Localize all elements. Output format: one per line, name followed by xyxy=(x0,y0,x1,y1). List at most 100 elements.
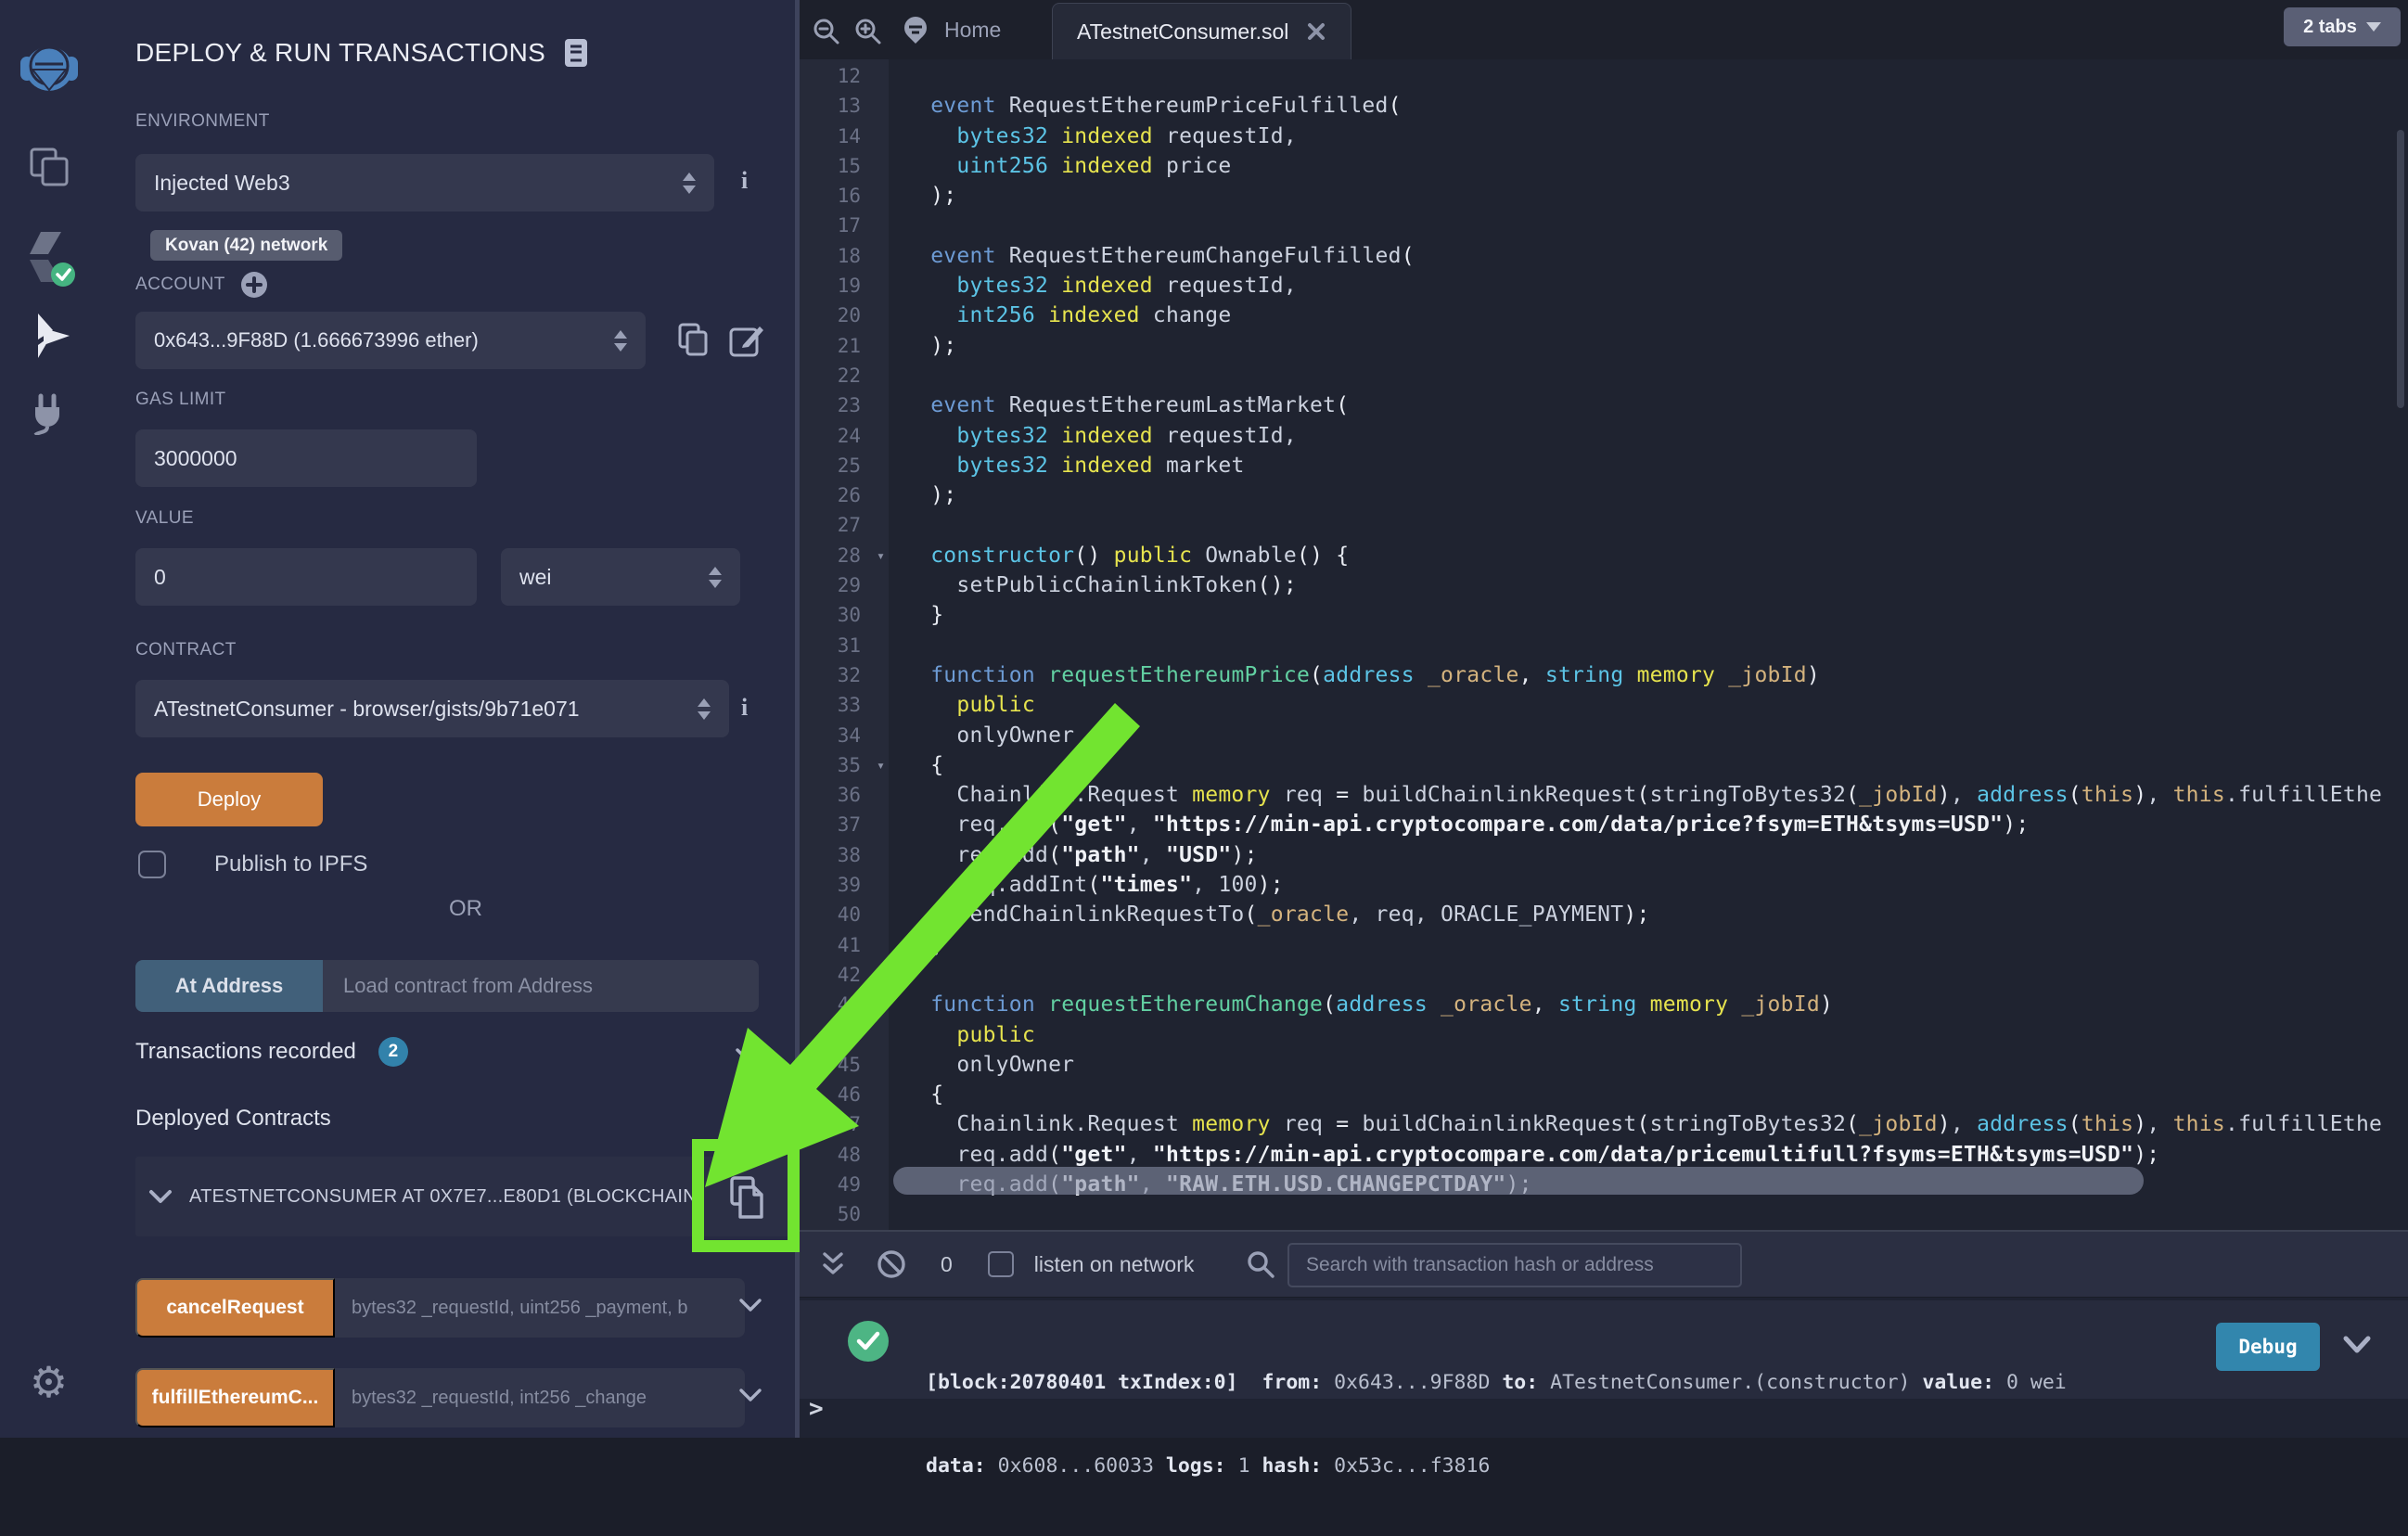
cancel-request-expand-icon[interactable] xyxy=(737,1297,763,1315)
contract-select[interactable]: ATestnetConsumer - browser/gists/9b71e07… xyxy=(135,680,729,737)
code-line[interactable]: onlyOwner xyxy=(904,721,2408,750)
collapse-terminal-icon[interactable] xyxy=(820,1249,846,1279)
code-line[interactable]: function requestEthereumChange(address _… xyxy=(904,990,2408,1019)
code-line[interactable]: constructor() public Ownable() { xyxy=(904,541,2408,570)
cancel-request-button[interactable]: cancelRequest xyxy=(135,1278,335,1338)
environment-info-icon[interactable]: i xyxy=(741,167,748,195)
account-select[interactable]: 0x643...9F88D (1.666673996 ether) xyxy=(135,312,646,369)
code-line[interactable] xyxy=(904,61,2408,91)
code-line[interactable]: bytes32 indexed market xyxy=(904,451,2408,480)
account-label-row: ACCOUNT xyxy=(135,271,268,299)
code-lines[interactable]: event RequestEthereumPriceFulfilled( byt… xyxy=(889,59,2408,1230)
code-line[interactable]: public xyxy=(904,1020,2408,1050)
at-address-input[interactable]: Load contract from Address xyxy=(323,960,759,1012)
code-line[interactable]: public xyxy=(904,690,2408,720)
at-address-button[interactable]: At Address xyxy=(135,960,323,1012)
line-number: 49 xyxy=(800,1170,889,1199)
code-line[interactable] xyxy=(904,1199,2408,1229)
code-line[interactable]: req.add("get", "https://min-api.cryptoco… xyxy=(904,1140,2408,1170)
code-line[interactable]: bytes32 indexed requestId, xyxy=(904,421,2408,451)
code-editor[interactable]: 1213141516171819202122232425262728▾29303… xyxy=(800,59,2408,1230)
settings-gear-icon[interactable]: ⚙ xyxy=(0,1360,97,1404)
transaction-log-row[interactable]: [block:20780401 txIndex:0] from: 0x643..… xyxy=(800,1300,2408,1399)
add-account-icon[interactable] xyxy=(240,271,268,299)
code-line[interactable] xyxy=(904,211,2408,240)
clear-console-icon[interactable] xyxy=(876,1248,907,1280)
code-line[interactable]: ); xyxy=(904,480,2408,510)
code-line[interactable]: event RequestEthereumChangeFulfilled( xyxy=(904,241,2408,271)
code-line[interactable]: } xyxy=(904,600,2408,630)
horizontal-scrollbar[interactable] xyxy=(893,1167,2144,1195)
code-line[interactable]: req.addInt("times", 100); xyxy=(904,870,2408,900)
code-line[interactable]: setPublicChainlinkToken(); xyxy=(904,570,2408,600)
code-line[interactable]: sendChainlinkRequestTo(_oracle, req, ORA… xyxy=(904,900,2408,929)
fulfill-ethereum-change-button[interactable]: fulfillEthereumC... xyxy=(135,1368,335,1427)
listen-on-network-checkbox[interactable] xyxy=(988,1251,1014,1277)
deploy-run-icon[interactable] xyxy=(0,312,97,360)
publish-ipfs-checkbox[interactable] xyxy=(138,851,166,878)
code-line[interactable]: int256 indexed change xyxy=(904,301,2408,330)
code-line[interactable]: ); xyxy=(904,181,2408,211)
code-line[interactable]: Chainlink.Request memory req = buildChai… xyxy=(904,780,2408,810)
terminal-search-input[interactable]: Search with transaction hash or address xyxy=(1287,1243,1742,1287)
log-expand-chevron-icon[interactable] xyxy=(2341,1334,2373,1356)
code-line[interactable] xyxy=(904,960,2408,990)
tab-home[interactable]: Home xyxy=(900,0,1001,59)
publish-ipfs-label: Publish to IPFS xyxy=(214,851,367,877)
transactions-chevron-down-icon[interactable] xyxy=(734,1046,760,1065)
documentation-icon[interactable] xyxy=(562,37,590,69)
vertical-scrollbar[interactable] xyxy=(2397,130,2404,408)
tabs-dropdown[interactable]: 2 tabs xyxy=(2284,7,2401,46)
environment-select[interactable]: Injected Web3 xyxy=(135,154,714,211)
value-input[interactable]: 0 xyxy=(135,548,477,606)
code-line[interactable]: { xyxy=(904,1080,2408,1109)
code-line[interactable]: event RequestEthereumLastMarket( xyxy=(904,390,2408,420)
code-line[interactable]: function requestEthereumPrice(address _o… xyxy=(904,660,2408,690)
gas-limit-input[interactable]: 3000000 xyxy=(135,429,477,487)
code-line[interactable]: onlyOwner xyxy=(904,1050,2408,1080)
chevron-updown-icon xyxy=(698,698,711,720)
cancel-request-params-input[interactable]: bytes32 _requestId, uint256 _payment, b xyxy=(335,1278,745,1338)
copy-account-icon[interactable] xyxy=(674,321,713,360)
line-number: 41 xyxy=(800,930,889,960)
line-number: 18 xyxy=(800,241,889,271)
code-line[interactable]: req.add("path", "USD"); xyxy=(904,840,2408,870)
trash-icon[interactable] xyxy=(734,1098,763,1133)
plugin-manager-icon[interactable] xyxy=(0,390,97,434)
edit-account-icon[interactable] xyxy=(726,321,765,360)
close-tab-icon[interactable] xyxy=(1306,21,1326,42)
contract-expand-chevron-icon[interactable] xyxy=(148,1188,173,1205)
transactions-recorded-row: Transactions recorded 2 xyxy=(135,1037,408,1067)
code-line[interactable] xyxy=(904,631,2408,660)
code-line[interactable]: uint256 indexed price xyxy=(904,151,2408,181)
deploy-button[interactable]: Deploy xyxy=(135,773,323,826)
zoom-out-icon[interactable] xyxy=(811,16,842,47)
tab-atestnetconsumer[interactable]: ATestnetConsumer.sol xyxy=(1052,3,1351,59)
transactions-count-badge: 2 xyxy=(378,1037,408,1067)
fulfill-params-input[interactable]: bytes32 _requestId, int256 _change xyxy=(335,1368,745,1427)
line-number: 43 xyxy=(800,990,889,1019)
code-line[interactable] xyxy=(904,361,2408,390)
debug-button[interactable]: Debug xyxy=(2216,1323,2320,1371)
gas-limit-label: GAS LIMIT xyxy=(135,390,226,410)
file-explorer-icon[interactable] xyxy=(0,145,97,189)
zoom-in-icon[interactable] xyxy=(852,16,884,47)
fold-arrow-icon[interactable]: ▾ xyxy=(877,750,885,780)
code-line[interactable]: Chainlink.Request memory req = buildChai… xyxy=(904,1109,2408,1139)
code-line[interactable]: } xyxy=(904,930,2408,960)
terminal-prompt[interactable]: > xyxy=(809,1395,824,1423)
code-line[interactable]: { xyxy=(904,750,2408,780)
code-line[interactable]: ); xyxy=(904,331,2408,361)
fold-arrow-icon[interactable]: ▾ xyxy=(877,541,885,570)
solidity-compiler-icon[interactable] xyxy=(0,230,97,288)
annotation-highlight-box xyxy=(692,1139,800,1252)
code-line[interactable]: req.add("get", "https://min-api.cryptoco… xyxy=(904,810,2408,839)
fulfill-expand-icon[interactable] xyxy=(737,1387,763,1405)
deployed-contract-title: ATESTNETCONSUMER AT 0X7E7...E80D1 (BLOCK… xyxy=(189,1186,697,1208)
code-line[interactable]: event RequestEthereumPriceFulfilled( xyxy=(904,91,2408,121)
code-line[interactable] xyxy=(904,510,2408,540)
contract-info-icon[interactable]: i xyxy=(741,694,748,722)
code-line[interactable]: bytes32 indexed requestId, xyxy=(904,122,2408,151)
value-unit-select[interactable]: wei xyxy=(501,548,740,606)
code-line[interactable]: bytes32 indexed requestId, xyxy=(904,271,2408,301)
